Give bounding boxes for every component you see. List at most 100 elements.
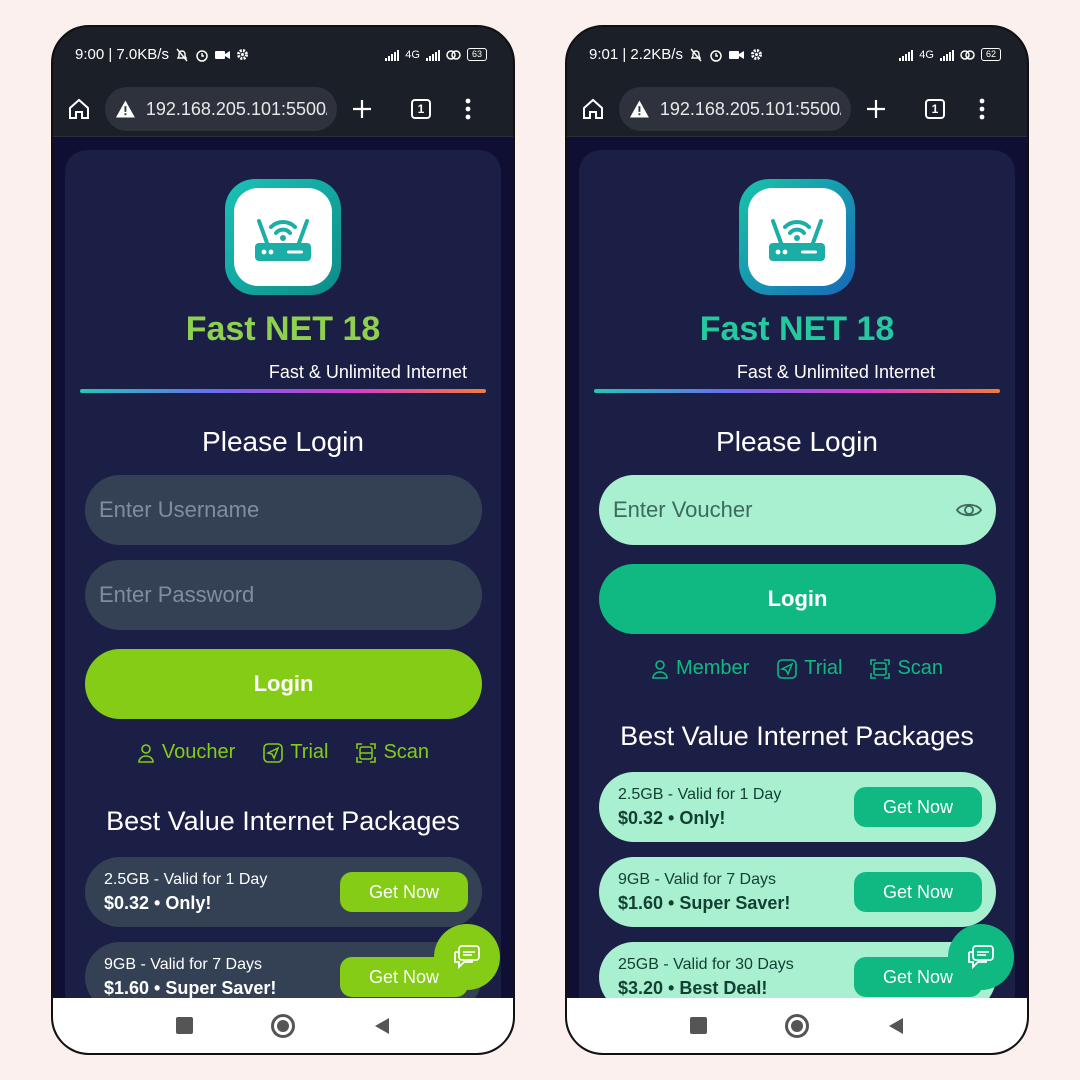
home-icon[interactable]: [581, 97, 605, 121]
chat-icon: [968, 945, 994, 970]
send-icon: [777, 658, 798, 679]
trial-link-label: Trial: [804, 657, 843, 679]
status-time: 9:00 | 7.0KB/s: [75, 46, 169, 63]
package-desc: 2.5GB - Valid for 1 Day: [618, 785, 782, 803]
hotspot-icon: [960, 49, 975, 60]
package-price: $0.32 • Only!: [104, 892, 212, 913]
package-price: $1.60 • Super Saver!: [618, 892, 791, 913]
bell-off-icon: [690, 48, 702, 61]
address-bar[interactable]: 192.168.205.101:5500/(: [619, 87, 851, 131]
url-text: 192.168.205.101:5500/(: [659, 98, 841, 119]
warning-icon: [629, 100, 649, 118]
send-icon: [263, 742, 284, 763]
battery-level: 62: [980, 48, 1001, 61]
chat-icon: [454, 945, 480, 970]
username-input[interactable]: Enter Username: [85, 475, 482, 545]
status-bar: 9:00 | 7.0KB/s 4G 63: [53, 27, 513, 82]
gear-icon: [750, 49, 762, 60]
phone-left: 9:00 | 7.0KB/s 4G 63 192.168.205.101:550…: [51, 25, 515, 1055]
tab-switcher-button[interactable]: 1: [411, 99, 431, 119]
chat-fab[interactable]: [948, 924, 1014, 990]
home-button[interactable]: [270, 1013, 295, 1038]
scan-link[interactable]: Scan: [870, 657, 943, 680]
bell-off-icon: [176, 48, 188, 61]
browser-toolbar: 192.168.205.101:5500/( 1: [567, 82, 1027, 137]
phone-right: 9:01 | 2.2KB/s 4G 62 192.168.205.101:550…: [565, 25, 1029, 1055]
browser-toolbar: 192.168.205.101:5500/( 1: [53, 82, 513, 137]
new-tab-icon[interactable]: [351, 98, 373, 120]
password-input[interactable]: Enter Password: [85, 560, 482, 630]
scan-link-label: Scan: [897, 657, 944, 679]
router-icon: [255, 219, 311, 261]
router-icon: [769, 219, 825, 261]
address-bar[interactable]: 192.168.205.101:5500/(: [105, 87, 337, 131]
network-type: 4G: [405, 48, 420, 61]
warning-icon: [115, 100, 135, 118]
package-desc: 2.5GB - Valid for 1 Day: [104, 870, 268, 888]
package-price: $3.20 • Best Deal!: [618, 977, 768, 998]
status-time: 9:01 | 2.2KB/s: [589, 46, 683, 63]
package-card: 2.5GB - Valid for 1 Day $0.32 • Only! Ge…: [85, 857, 482, 927]
back-button[interactable]: [373, 1017, 391, 1035]
home-icon[interactable]: [67, 97, 91, 121]
trial-link[interactable]: Trial: [777, 657, 842, 680]
get-now-button[interactable]: Get Now: [340, 872, 468, 912]
gradient-divider: [594, 389, 1000, 393]
eye-icon[interactable]: [956, 501, 982, 519]
login-heading: Please Login: [202, 426, 364, 457]
video-icon: [728, 50, 744, 59]
signal-icon: [939, 49, 954, 61]
package-desc: 9GB - Valid for 7 Days: [104, 955, 262, 973]
tab-switcher-button[interactable]: 1: [925, 99, 945, 119]
scan-link-label: Scan: [383, 741, 430, 763]
video-icon: [214, 50, 230, 59]
gear-icon: [236, 49, 248, 60]
hotspot-icon: [446, 49, 461, 60]
alarm-icon: [710, 49, 722, 62]
member-link-label: Member: [675, 657, 750, 679]
user-icon: [138, 743, 154, 763]
voucher-link[interactable]: Voucher: [137, 741, 235, 764]
scan-icon: [356, 742, 377, 763]
package-card: 9GB - Valid for 7 Days $1.60 • Super Sav…: [599, 857, 996, 927]
signal-icon: [425, 49, 440, 61]
signal-icon: [899, 49, 914, 61]
chat-fab[interactable]: [434, 924, 500, 990]
alarm-icon: [196, 49, 208, 62]
more-menu-icon[interactable]: [465, 98, 471, 120]
brand-title: Fast NET 18: [699, 310, 895, 348]
login-mode-links: Member Trial Scan: [579, 657, 1015, 680]
member-link[interactable]: Member: [651, 657, 749, 680]
brand-title: Fast NET 18: [185, 310, 381, 348]
login-card: Fast NET 18 Fast & Unlimited Internet Pl…: [65, 150, 501, 1001]
router-logo: [739, 179, 855, 295]
package-desc: 25GB - Valid for 30 Days: [618, 955, 794, 973]
status-bar: 9:01 | 2.2KB/s 4G 62: [567, 27, 1027, 82]
network-type: 4G: [919, 48, 934, 61]
login-button[interactable]: Login: [599, 564, 996, 634]
voucher-input[interactable]: Enter Voucher: [599, 475, 996, 545]
user-icon: [652, 659, 668, 679]
package-price: $0.32 • Only!: [618, 807, 726, 828]
scan-link[interactable]: Scan: [356, 741, 429, 764]
package-card: 9GB - Valid for 7 Days $1.60 • Super Sav…: [85, 942, 482, 1001]
brand-tagline: Fast & Unlimited Internet: [268, 362, 467, 382]
trial-link[interactable]: Trial: [263, 741, 328, 764]
get-now-button[interactable]: Get Now: [854, 872, 982, 912]
packages-title: Best Value Internet Packages: [106, 806, 460, 836]
recents-button[interactable]: [175, 1017, 193, 1034]
trial-link-label: Trial: [290, 741, 329, 763]
back-button[interactable]: [887, 1017, 905, 1035]
gradient-divider: [80, 389, 486, 393]
login-card: Fast NET 18 Fast & Unlimited Internet Pl…: [579, 150, 1015, 1001]
home-button[interactable]: [784, 1013, 809, 1038]
login-button[interactable]: Login: [85, 649, 482, 719]
router-logo: [225, 179, 341, 295]
get-now-button[interactable]: Get Now: [854, 787, 982, 827]
url-text: 192.168.205.101:5500/(: [145, 98, 327, 119]
recents-button[interactable]: [689, 1017, 707, 1034]
more-menu-icon[interactable]: [979, 98, 985, 120]
packages-title: Best Value Internet Packages: [620, 721, 974, 751]
new-tab-icon[interactable]: [865, 98, 887, 120]
battery-level: 63: [466, 48, 487, 61]
